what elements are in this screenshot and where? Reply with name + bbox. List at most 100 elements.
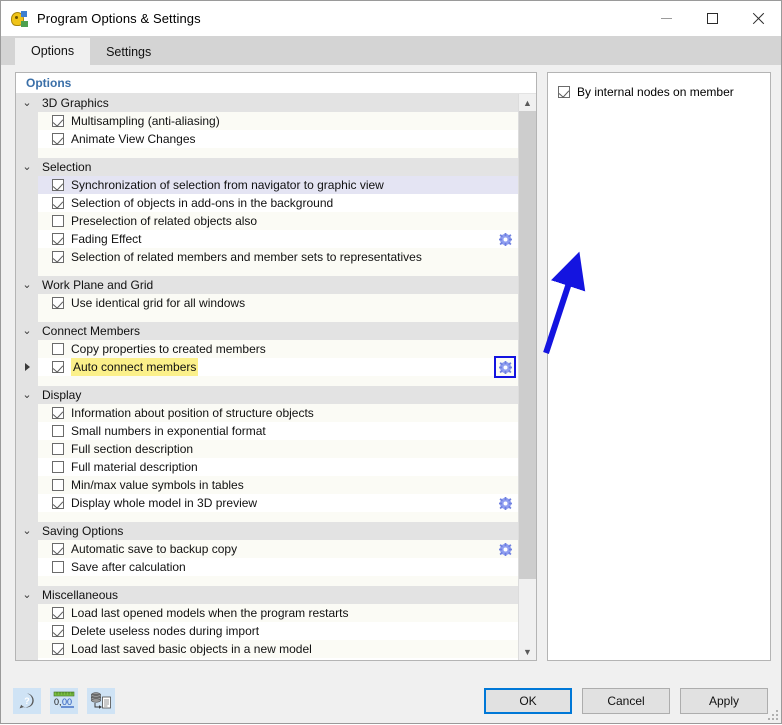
checkbox-by-internal-nodes[interactable] [558, 86, 570, 98]
group-spacer [16, 266, 518, 276]
gear-icon[interactable] [499, 497, 512, 510]
option-checkbox[interactable] [52, 497, 64, 509]
group-spacer [16, 312, 518, 322]
row-gutter[interactable] [16, 358, 38, 376]
option-row[interactable]: Auto connect members [16, 356, 518, 378]
cancel-button[interactable]: Cancel [582, 688, 670, 714]
expand-arrow-icon[interactable] [24, 363, 30, 371]
option-row[interactable]: Copy properties to created members [16, 340, 518, 358]
tab-options[interactable]: Options [15, 38, 91, 65]
help-button[interactable]: ? [13, 688, 41, 714]
group-label: 3D Graphics [42, 96, 109, 110]
group-header[interactable]: ⌄ Work Plane and Grid [16, 276, 518, 294]
option-label: Information about position of structure … [71, 406, 314, 420]
group-header[interactable]: ⌄ 3D Graphics [16, 94, 518, 112]
scrollbar-track[interactable] [519, 111, 536, 643]
row-gutter [16, 176, 38, 194]
option-checkbox[interactable] [52, 233, 64, 245]
option-checkbox[interactable] [52, 297, 64, 309]
scroll-up-button[interactable]: ▲ [519, 94, 536, 111]
option-row[interactable]: Multisampling (anti-aliasing) [16, 112, 518, 130]
option-checkbox[interactable] [52, 643, 64, 655]
scrollbar-thumb[interactable] [519, 111, 536, 579]
minimize-button[interactable] [643, 1, 689, 36]
number-format-icon: 0, 00 [53, 691, 75, 708]
row-gutter [16, 658, 38, 660]
spacer-gutter [16, 576, 38, 586]
option-label: Full material description [71, 460, 198, 474]
option-row[interactable]: Validate objects when selecting in graph… [16, 658, 518, 660]
option-checkbox[interactable] [52, 443, 64, 455]
option-label: Small numbers in exponential format [71, 424, 266, 438]
row-gutter [16, 112, 38, 130]
option-row[interactable]: Use identical grid for all windows [16, 294, 518, 312]
row-gutter [16, 422, 38, 440]
option-row[interactable]: Preselection of related objects also [16, 212, 518, 230]
option-row[interactable]: Selection of related members and member … [16, 248, 518, 266]
row-gutter [16, 558, 38, 576]
option-checkbox[interactable] [52, 543, 64, 555]
options-pane-header: Options [16, 73, 536, 94]
option-checkbox[interactable] [52, 133, 64, 145]
row-gutter [16, 404, 38, 422]
option-row[interactable]: Selection of objects in add-ons in the b… [16, 194, 518, 212]
option-checkbox[interactable] [52, 215, 64, 227]
group-header[interactable]: ⌄ Saving Options [16, 522, 518, 540]
option-row[interactable]: Information about position of structure … [16, 404, 518, 422]
title-bar: Program Options & Settings [1, 1, 781, 36]
option-row[interactable]: Load last saved basic objects in a new m… [16, 640, 518, 658]
option-row[interactable]: Small numbers in exponential format [16, 422, 518, 440]
option-row[interactable]: Min/max value symbols in tables [16, 476, 518, 494]
chevron-down-icon: ⌄ [22, 279, 32, 291]
gear-icon-focused[interactable] [494, 356, 516, 378]
options-list[interactable]: ⌄ 3D Graphics Multisampling (anti-aliasing… [16, 94, 518, 660]
option-checkbox[interactable] [52, 625, 64, 637]
option-row[interactable]: Full section description [16, 440, 518, 458]
option-row[interactable]: Display whole model in 3D preview [16, 494, 518, 512]
export-data-button[interactable] [87, 688, 115, 714]
group-header[interactable]: ⌄ Miscellaneous [16, 586, 518, 604]
group-header[interactable]: ⌄ Display [16, 386, 518, 404]
number-format-button[interactable]: 0, 00 [50, 688, 78, 714]
option-checkbox[interactable] [52, 343, 64, 355]
option-checkbox[interactable] [52, 197, 64, 209]
option-checkbox[interactable] [52, 607, 64, 619]
option-row[interactable]: Delete useless nodes during import [16, 622, 518, 640]
group-header[interactable]: ⌄ Connect Members [16, 322, 518, 340]
option-row[interactable]: Animate View Changes [16, 130, 518, 148]
group-header[interactable]: ⌄ Selection [16, 158, 518, 176]
group-label: Work Plane and Grid [42, 278, 154, 292]
option-row[interactable]: Synchronization of selection from naviga… [16, 176, 518, 194]
close-icon [752, 12, 765, 25]
gear-icon[interactable] [499, 233, 512, 246]
option-row[interactable]: Save after calculation [16, 558, 518, 576]
spacer-gutter [16, 148, 38, 158]
option-row[interactable]: Fading Effect [16, 230, 518, 248]
option-row[interactable]: Full material description [16, 458, 518, 476]
option-checkbox[interactable] [52, 561, 64, 573]
maximize-button[interactable] [689, 1, 735, 36]
scroll-down-button[interactable]: ▼ [519, 643, 536, 660]
option-checkbox[interactable] [52, 425, 64, 437]
resize-grip[interactable] [768, 710, 778, 720]
program-options-window: Program Options & Settings Options Setti… [0, 0, 782, 724]
ok-button[interactable]: OK [484, 688, 572, 714]
option-checkbox[interactable] [52, 461, 64, 473]
apply-button[interactable]: Apply [680, 688, 768, 714]
gear-icon[interactable] [499, 543, 512, 556]
close-button[interactable] [735, 1, 781, 36]
svg-text:0,: 0, [54, 697, 62, 707]
option-checkbox[interactable] [52, 251, 64, 263]
sub-option-row[interactable]: By internal nodes on member [556, 83, 770, 101]
option-checkbox[interactable] [52, 361, 64, 373]
tab-settings[interactable]: Settings [90, 40, 168, 65]
option-label: Load last opened models when the program… [71, 606, 349, 620]
row-gutter [16, 130, 38, 148]
option-row[interactable]: Load last opened models when the program… [16, 604, 518, 622]
option-row[interactable]: Automatic save to backup copy [16, 540, 518, 558]
options-scrollbar[interactable]: ▲ ▼ [518, 94, 536, 660]
option-checkbox[interactable] [52, 479, 64, 491]
option-checkbox[interactable] [52, 179, 64, 191]
option-checkbox[interactable] [52, 115, 64, 127]
option-checkbox[interactable] [52, 407, 64, 419]
